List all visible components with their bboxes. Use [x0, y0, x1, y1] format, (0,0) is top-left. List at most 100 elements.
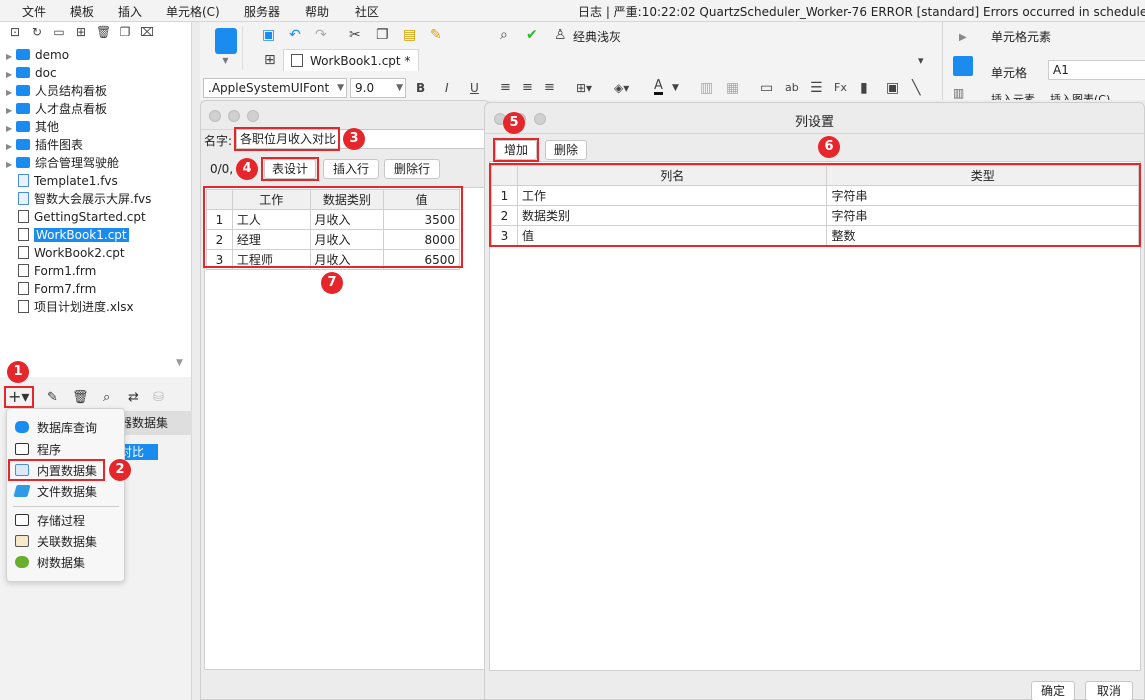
fill-color-icon[interactable]: ◈▾ — [614, 80, 629, 96]
zoom-button[interactable] — [247, 110, 259, 122]
unmerge-cells-icon[interactable]: ▦ — [726, 80, 739, 96]
menu-community[interactable]: 社区 — [355, 3, 379, 20]
folder-icon — [16, 139, 30, 150]
refresh-data-icon[interactable]: ⇄ — [128, 390, 139, 405]
copy-icon[interactable]: ❐ — [376, 27, 389, 43]
formula-icon[interactable]: Fx — [834, 80, 847, 96]
paste-icon[interactable]: ▤ — [403, 27, 416, 43]
menu-item-program[interactable]: 程序 — [15, 441, 61, 459]
tree-file[interactable]: Form7.frm — [6, 280, 96, 298]
tab-menu-icon[interactable]: ▾ — [918, 53, 924, 69]
menu-template[interactable]: 模板 — [70, 3, 94, 20]
tree-file[interactable]: Template1.fvs — [6, 172, 118, 190]
refresh-icon[interactable]: ↻ — [30, 25, 44, 39]
font-family-select[interactable]: .AppleSystemUIFont ▼ — [203, 78, 347, 98]
bold-icon[interactable]: B — [416, 80, 425, 96]
expand-arrow-icon[interactable]: ▶ — [959, 32, 967, 43]
align-right-icon[interactable]: ≡ — [544, 80, 555, 96]
tree-folder[interactable]: ▶ 其他 — [6, 118, 59, 136]
menu-help[interactable]: 帮助 — [305, 3, 329, 20]
folder-icon — [16, 103, 30, 114]
collapse-arrow-icon[interactable]: ▼ — [176, 358, 183, 368]
underline-icon[interactable]: U — [470, 80, 479, 96]
annotation-badge: 5 — [503, 112, 525, 134]
edit-icon[interactable]: ✎ — [47, 390, 58, 405]
menu-item-tree-dataset[interactable]: 树数据集 — [15, 554, 85, 572]
undo-icon[interactable]: ↶ — [289, 27, 301, 43]
border-icon[interactable]: ⊞▾ — [576, 80, 592, 96]
tree-file[interactable]: 项目计划进度.xlsx — [6, 298, 134, 316]
check-icon[interactable]: ✔ — [526, 27, 538, 43]
open-folder-icon[interactable]: ▭ — [52, 25, 66, 39]
chart-icon[interactable]: ▮ — [860, 80, 868, 96]
dropdown-arrow-icon: ▼ — [222, 56, 229, 65]
trash-icon[interactable]: ⌧ — [140, 25, 154, 39]
new-template-icon[interactable]: ⊞ — [74, 25, 88, 39]
insert-row-button[interactable]: 插入行 — [323, 159, 379, 179]
cancel-button[interactable]: 取消 — [1085, 681, 1133, 700]
folder-icon — [16, 49, 30, 60]
font-color-icon[interactable]: A — [654, 79, 663, 95]
copy-icon[interactable]: ❐ — [118, 25, 132, 39]
log-message[interactable]: 日志 | 严重:10:22:02 QuartzScheduler_Worker-… — [578, 3, 1145, 20]
slash-icon[interactable]: ╲ — [912, 80, 920, 96]
tree-folder[interactable]: ▶ 人才盘点看板 — [6, 100, 107, 118]
align-left-icon[interactable]: ≡ — [500, 80, 511, 96]
tree-folder[interactable]: ▶ 插件图表 — [6, 136, 83, 154]
menu-item-stored-procedure[interactable]: 存储过程 — [15, 512, 85, 530]
align-center-icon[interactable]: ≡ — [522, 80, 533, 96]
rich-text-icon[interactable]: ☰ — [810, 80, 823, 96]
tree-folder[interactable]: ▶ 综合管理驾驶舱 — [6, 154, 119, 172]
menu-insert[interactable]: 插入 — [118, 3, 142, 20]
format-painter-icon[interactable]: ✎ — [430, 27, 442, 43]
tree-file[interactable]: WorkBook2.cpt — [6, 244, 125, 262]
ok-button[interactable]: 确定 — [1031, 681, 1075, 700]
cell-input[interactable]: A1 — [1048, 60, 1145, 80]
menu-bar: 文件 模板 插入 单元格(C) 服务器 帮助 社区 日志 | 严重:10:22:… — [0, 0, 1145, 22]
image-icon[interactable]: ▣ — [886, 80, 899, 96]
insert-cell-icon[interactable]: ▭ — [760, 80, 773, 96]
template-preview-button[interactable]: ▼ — [209, 26, 243, 70]
menu-cell[interactable]: 单元格(C) — [166, 3, 220, 20]
tree-file[interactable]: 智数大会展示大屏.fvs — [6, 190, 151, 208]
tab-workbook1[interactable]: WorkBook1.cpt * — [283, 49, 419, 71]
cell-element-icon[interactable] — [953, 56, 973, 76]
menu-item-file-dataset[interactable]: 文件数据集 — [13, 483, 97, 501]
dialog-title: 列设置 — [795, 115, 835, 130]
italic-icon[interactable]: I — [445, 80, 449, 96]
chevron-down-icon[interactable]: ▼ — [672, 80, 679, 96]
tree-file-selected[interactable]: WorkBook1.cpt — [6, 226, 129, 244]
annotation-badge: 3 — [343, 128, 365, 150]
delete-row-button[interactable]: 删除行 — [384, 159, 440, 179]
grid-view-icon[interactable]: ⊞ — [264, 52, 276, 68]
insert-value[interactable]: 插入图表(C) — [1050, 91, 1110, 100]
preview-icon[interactable]: ⌕ — [103, 390, 110, 405]
server-dataset-icon[interactable]: ⛁ — [153, 390, 164, 405]
tree-folder[interactable]: ▶ demo — [6, 46, 69, 64]
menu-item-db-query[interactable]: 数据库查询 — [15, 419, 97, 437]
style-icon[interactable]: ♙ — [554, 27, 567, 43]
delete-icon[interactable]: 🗑 — [72, 390, 89, 405]
zoom-button[interactable] — [534, 113, 546, 125]
new-folder-icon[interactable]: ⊡ — [8, 25, 22, 39]
merge-cells-icon[interactable]: ▥ — [700, 80, 713, 96]
style-label[interactable]: 经典浅灰 — [573, 28, 621, 45]
tree-file[interactable]: Form1.frm — [6, 262, 96, 280]
minimize-button[interactable] — [228, 110, 240, 122]
tree-folder[interactable]: ▶ 人员结构看板 — [6, 82, 107, 100]
text-icon[interactable]: ab — [785, 80, 799, 96]
menu-file[interactable]: 文件 — [22, 3, 46, 20]
menu-server[interactable]: 服务器 — [244, 3, 280, 20]
find-icon[interactable]: ⌕ — [500, 27, 508, 43]
delete-column-button[interactable]: 删除 — [545, 140, 587, 160]
close-button[interactable] — [209, 110, 221, 122]
tree-file[interactable]: GettingStarted.cpt — [6, 208, 146, 226]
menu-item-related-dataset[interactable]: 关联数据集 — [15, 533, 97, 551]
delete-icon[interactable]: 🗑 — [96, 25, 111, 39]
font-size-select[interactable]: 9.0 ▼ — [350, 78, 406, 98]
redo-icon[interactable]: ↷ — [315, 27, 327, 43]
cut-icon[interactable]: ✂ — [349, 27, 361, 43]
attribute-icon[interactable]: ▥ — [953, 86, 964, 100]
save-icon[interactable]: ▣ — [262, 27, 275, 43]
tree-folder[interactable]: ▶ doc — [6, 64, 57, 82]
